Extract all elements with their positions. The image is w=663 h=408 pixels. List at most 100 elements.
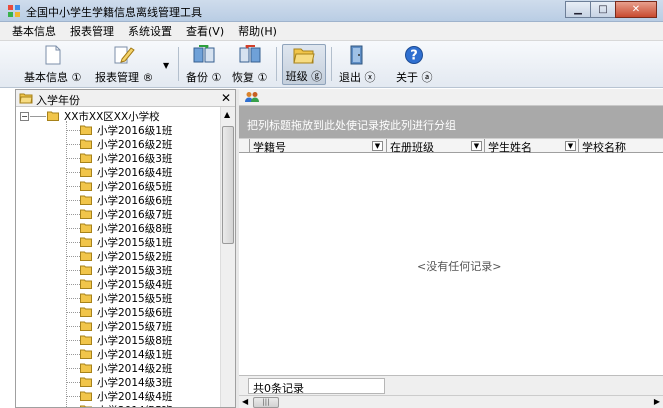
tree-item-class[interactable]: 小学2016级2班 <box>66 137 172 151</box>
tree-item-class[interactable]: 小学2015级3班 <box>66 263 172 277</box>
class-label: 小学2016级4班 <box>97 166 173 179</box>
class-label: 小学2015级7班 <box>97 320 173 333</box>
class-label: 小学2015级4班 <box>97 278 173 291</box>
menu-basic-info[interactable]: 基本信息 <box>12 23 56 39</box>
tree-item-class[interactable]: 小学2014级3班 <box>66 375 172 389</box>
class-label: 小学2016级2班 <box>97 138 173 151</box>
folder-icon <box>80 223 92 233</box>
report-dropdown-arrow-icon[interactable]: ▼ <box>163 61 169 70</box>
folder-icon <box>80 153 92 163</box>
folder-icon <box>80 363 92 373</box>
grid-body[interactable]: <没有任何记录> <box>239 153 663 375</box>
tree-item-class[interactable]: 小学2016级3班 <box>66 151 172 165</box>
school-name: XX市XX区XX小学校 <box>64 110 160 123</box>
exit-door-icon <box>350 45 363 65</box>
tree-item-class[interactable]: 小学2014级2班 <box>66 361 172 375</box>
tree-root-school[interactable]: − XX市XX区XX小学校 <box>20 109 160 123</box>
column-header-student-name[interactable]: 学生姓名 ▼ <box>484 139 578 154</box>
tree-item-class[interactable]: 小学2014级1班 <box>66 347 172 361</box>
class-label: 小学2016级6班 <box>97 194 173 207</box>
class-label: 小学2016级1班 <box>97 124 173 137</box>
folder-icon <box>80 181 92 191</box>
filter-dropdown-icon[interactable]: ▼ <box>471 141 482 151</box>
about-label: 关于 ⓐ <box>396 71 433 84</box>
title-bar: 全国中小学生学籍信息离线管理工具 ▁ □ ✕ <box>0 0 663 22</box>
folder-icon <box>80 377 92 387</box>
panel-close-icon[interactable]: ✕ <box>221 91 231 105</box>
tree-item-class[interactable]: 小学2015级4班 <box>66 277 172 291</box>
folder-icon <box>80 391 92 401</box>
scroll-left-icon[interactable]: ◀ <box>242 397 248 406</box>
tree-item-class[interactable]: 小学2015级1班 <box>66 235 172 249</box>
tree-item-class[interactable]: 小学2015级2班 <box>66 249 172 263</box>
restore-icon <box>239 45 261 63</box>
folder-icon <box>80 279 92 289</box>
tree-item-class[interactable]: 小学2014级5班 <box>66 403 172 408</box>
folder-icon <box>80 335 92 345</box>
folder-open-icon <box>19 93 33 104</box>
tree-item-class[interactable]: 小学2015级7班 <box>66 319 172 333</box>
class-label: 小学2015级3班 <box>97 264 173 277</box>
class-label: 小学2014级2班 <box>97 362 173 375</box>
menu-report-mgmt[interactable]: 报表管理 <box>70 23 114 39</box>
tree-item-class[interactable]: 小学2016级6班 <box>66 193 172 207</box>
class-label: 小学2015级1班 <box>97 236 173 249</box>
exit-button[interactable]: 退出 ⓧ <box>339 44 376 85</box>
basic-info-button[interactable]: 基本信息 ① <box>24 44 81 85</box>
tree-item-class[interactable]: 小学2015级8班 <box>66 333 172 347</box>
grid-toolbar <box>239 89 663 106</box>
toolbar-separator <box>276 47 277 81</box>
about-button[interactable]: ? 关于 ⓐ <box>396 44 433 85</box>
class-label: 小学2014级5班 <box>97 403 172 408</box>
maximize-button[interactable]: □ <box>590 1 616 18</box>
class-label: 小学2015级5班 <box>97 292 173 305</box>
scrollbar-thumb[interactable]: ||| <box>253 397 279 408</box>
column-header-class[interactable]: 在册班级 ▼ <box>386 139 484 154</box>
filter-dropdown-icon[interactable]: ▼ <box>372 141 383 151</box>
record-count: 共0条记录 <box>253 382 304 395</box>
minimize-button[interactable]: ▁ <box>565 1 591 18</box>
empty-records-message: <没有任何记录> <box>417 260 502 273</box>
grid-horizontal-scrollbar[interactable]: ◀ ||| ▶ <box>239 395 663 408</box>
menu-view[interactable]: 查看(V) <box>186 23 224 39</box>
scroll-up-icon[interactable]: ▲ <box>224 110 230 119</box>
folder-icon <box>47 111 59 121</box>
window-title: 全国中小学生学籍信息离线管理工具 <box>26 6 202 19</box>
column-header-student-id[interactable]: 学籍号 ▼ <box>249 139 386 154</box>
grid-footer: 共0条记录 <box>239 375 663 395</box>
tree-item-class[interactable]: 小学2016级7班 <box>66 207 172 221</box>
tree-item-class[interactable]: 小学2016级4班 <box>66 165 172 179</box>
column-header-school[interactable]: 学校名称 <box>578 139 663 154</box>
tree-item-class[interactable]: 小学2015级5班 <box>66 291 172 305</box>
backup-button[interactable]: 备份 ① <box>186 44 221 85</box>
tree-item-class[interactable]: 小学2015级6班 <box>66 305 172 319</box>
class-button[interactable]: 班级 ⓖ <box>282 44 326 85</box>
restore-button[interactable]: 恢复 ① <box>232 44 267 85</box>
close-button[interactable]: ✕ <box>615 1 657 18</box>
class-label: 小学2015级2班 <box>97 250 173 263</box>
panel-title: 入学年份 <box>36 94 80 107</box>
tree-scrollbar[interactable]: ▲ <box>220 107 235 407</box>
tree-item-class[interactable]: 小学2016级8班 <box>66 221 172 235</box>
folder-icon <box>80 293 92 303</box>
collapse-icon[interactable]: − <box>20 111 29 121</box>
class-label: 小学2016级8班 <box>97 222 173 235</box>
users-icon[interactable] <box>244 91 260 103</box>
tree-item-class[interactable]: 小学2016级5班 <box>66 179 172 193</box>
menu-help[interactable]: 帮助(H) <box>238 23 277 39</box>
grid-header: 学籍号 ▼ 在册班级 ▼ 学生姓名 ▼ 学校名称 <box>239 138 663 154</box>
folder-icon <box>80 307 92 317</box>
class-label: 小学2015级8班 <box>97 334 173 347</box>
class-tree: − XX市XX区XX小学校 小学2016级1班 小学2016级2班 小学2016级3… <box>16 107 235 407</box>
filter-dropdown-icon[interactable]: ▼ <box>565 141 576 151</box>
backup-label: 备份 ① <box>186 71 222 84</box>
menu-system-settings[interactable]: 系统设置 <box>128 23 172 39</box>
class-label: 班级 ⓖ <box>285 70 323 83</box>
tree-item-class[interactable]: 小学2014级4班 <box>66 389 172 403</box>
report-mgmt-button[interactable]: 报表管理 ® <box>95 44 154 85</box>
scroll-right-icon[interactable]: ▶ <box>654 397 660 406</box>
tree-item-class[interactable]: 小学2016级1班 <box>66 123 172 137</box>
scrollbar-thumb[interactable] <box>222 126 234 244</box>
group-by-area[interactable]: 把列标题拖放到此处使记录按此列进行分组 <box>239 106 663 138</box>
class-label: 小学2016级3班 <box>97 152 173 165</box>
